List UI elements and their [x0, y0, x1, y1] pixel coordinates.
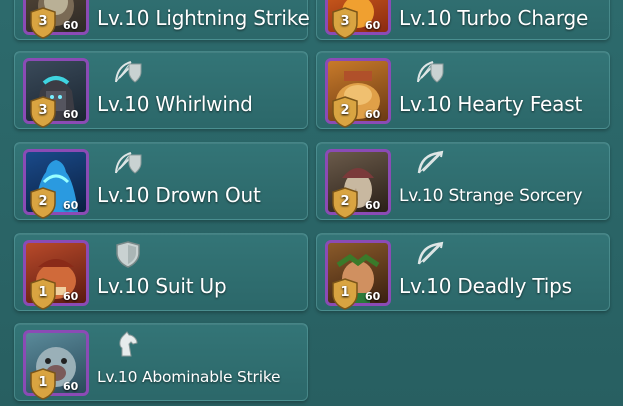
- bow-icon: [415, 149, 445, 177]
- skill-name: Lv.10 Hearty Feast: [399, 92, 583, 116]
- star-count: 1: [38, 285, 48, 300]
- commander-level: 60: [63, 290, 79, 303]
- commander-level: 60: [63, 199, 79, 212]
- commander-card-deadly-tips[interactable]: 1 60 Lv.10 Deadly Tips: [316, 233, 610, 311]
- archer-infantry-icon: [415, 58, 445, 86]
- commander-level: 60: [63, 108, 79, 121]
- commander-card-lightning-strike[interactable]: 3 60 Lv.10 Lightning Strike: [14, 0, 310, 40]
- commander-level: 60: [365, 290, 381, 303]
- skill-name: Lv.10 Drown Out: [97, 183, 261, 207]
- commander-level: 60: [365, 19, 381, 32]
- commander-level: 60: [365, 199, 381, 212]
- skill-name: Lv.10 Strange Sorcery: [399, 186, 583, 206]
- star-count: 2: [340, 194, 350, 209]
- skill-name: Lv.10 Suit Up: [97, 274, 227, 298]
- star-count: 3: [38, 14, 48, 29]
- shield-icon: [113, 240, 143, 268]
- skill-name: Lv.10 Abominable Strike: [97, 368, 281, 386]
- skill-name: Lv.10 Turbo Charge: [399, 6, 589, 30]
- commander-card-turbo-charge[interactable]: 3 60 Lv.10 Turbo Charge: [316, 0, 610, 40]
- commander-card-suit-up[interactable]: 1 60 Lv.10 Suit Up: [14, 233, 308, 311]
- skill-name: Lv.10 Whirlwind: [97, 92, 253, 116]
- star-count: 2: [340, 103, 350, 118]
- archer-infantry-icon: [113, 58, 143, 86]
- star-count: 3: [38, 103, 48, 118]
- commander-card-abominable-strike[interactable]: 1 60 Lv.10 Abominable Strike: [14, 323, 308, 401]
- commander-card-strange-sorcery[interactable]: 2 60 Lv.10 Strange Sorcery: [316, 142, 610, 220]
- star-count: 1: [38, 375, 48, 390]
- archer-infantry-icon: [113, 149, 143, 177]
- star-count: 1: [340, 285, 350, 300]
- commander-level: 60: [63, 19, 79, 32]
- commander-level: 60: [365, 108, 381, 121]
- commander-card-drown-out[interactable]: 2 60 Lv.10 Drown Out: [14, 142, 308, 220]
- commander-level: 60: [63, 380, 79, 393]
- star-count: 2: [38, 194, 48, 209]
- bow-icon: [415, 240, 445, 268]
- star-count: 3: [340, 14, 350, 29]
- skill-name: Lv.10 Lightning Strike: [97, 6, 310, 30]
- commander-card-hearty-feast[interactable]: 2 60 Lv.10 Hearty Feast: [316, 51, 610, 129]
- skill-name: Lv.10 Deadly Tips: [399, 274, 572, 298]
- commander-card-whirlwind[interactable]: 3 60 Lv.10 Whirlwind: [14, 51, 308, 129]
- horse-icon: [113, 330, 143, 358]
